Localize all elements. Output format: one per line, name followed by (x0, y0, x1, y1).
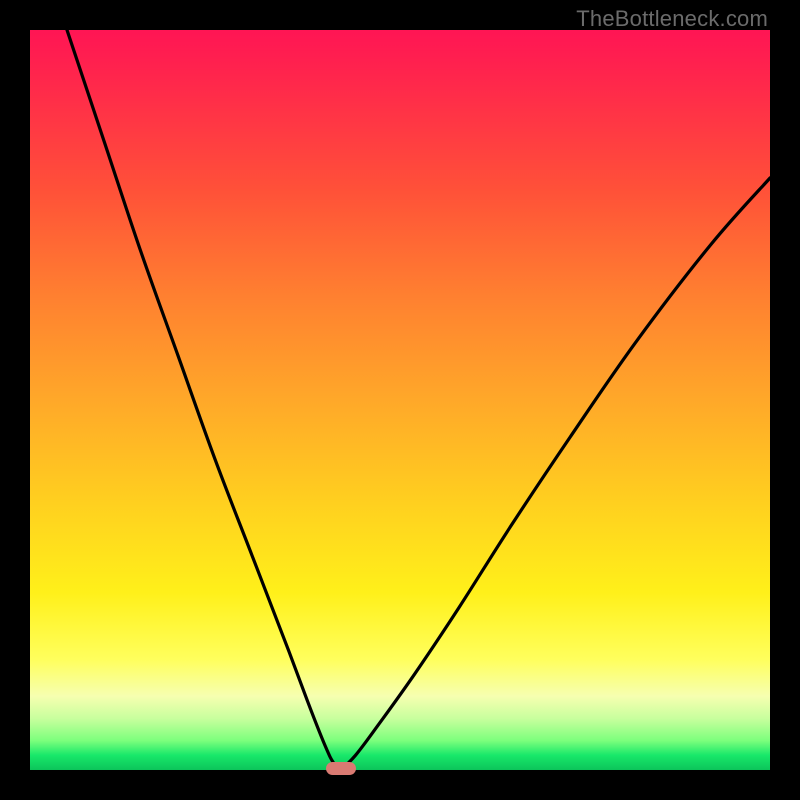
chart-frame: TheBottleneck.com (0, 0, 800, 800)
minimum-marker (326, 762, 356, 775)
plot-area (30, 30, 770, 770)
watermark-text: TheBottleneck.com (576, 6, 768, 32)
curve-path (67, 30, 770, 770)
bottleneck-curve (30, 30, 770, 770)
